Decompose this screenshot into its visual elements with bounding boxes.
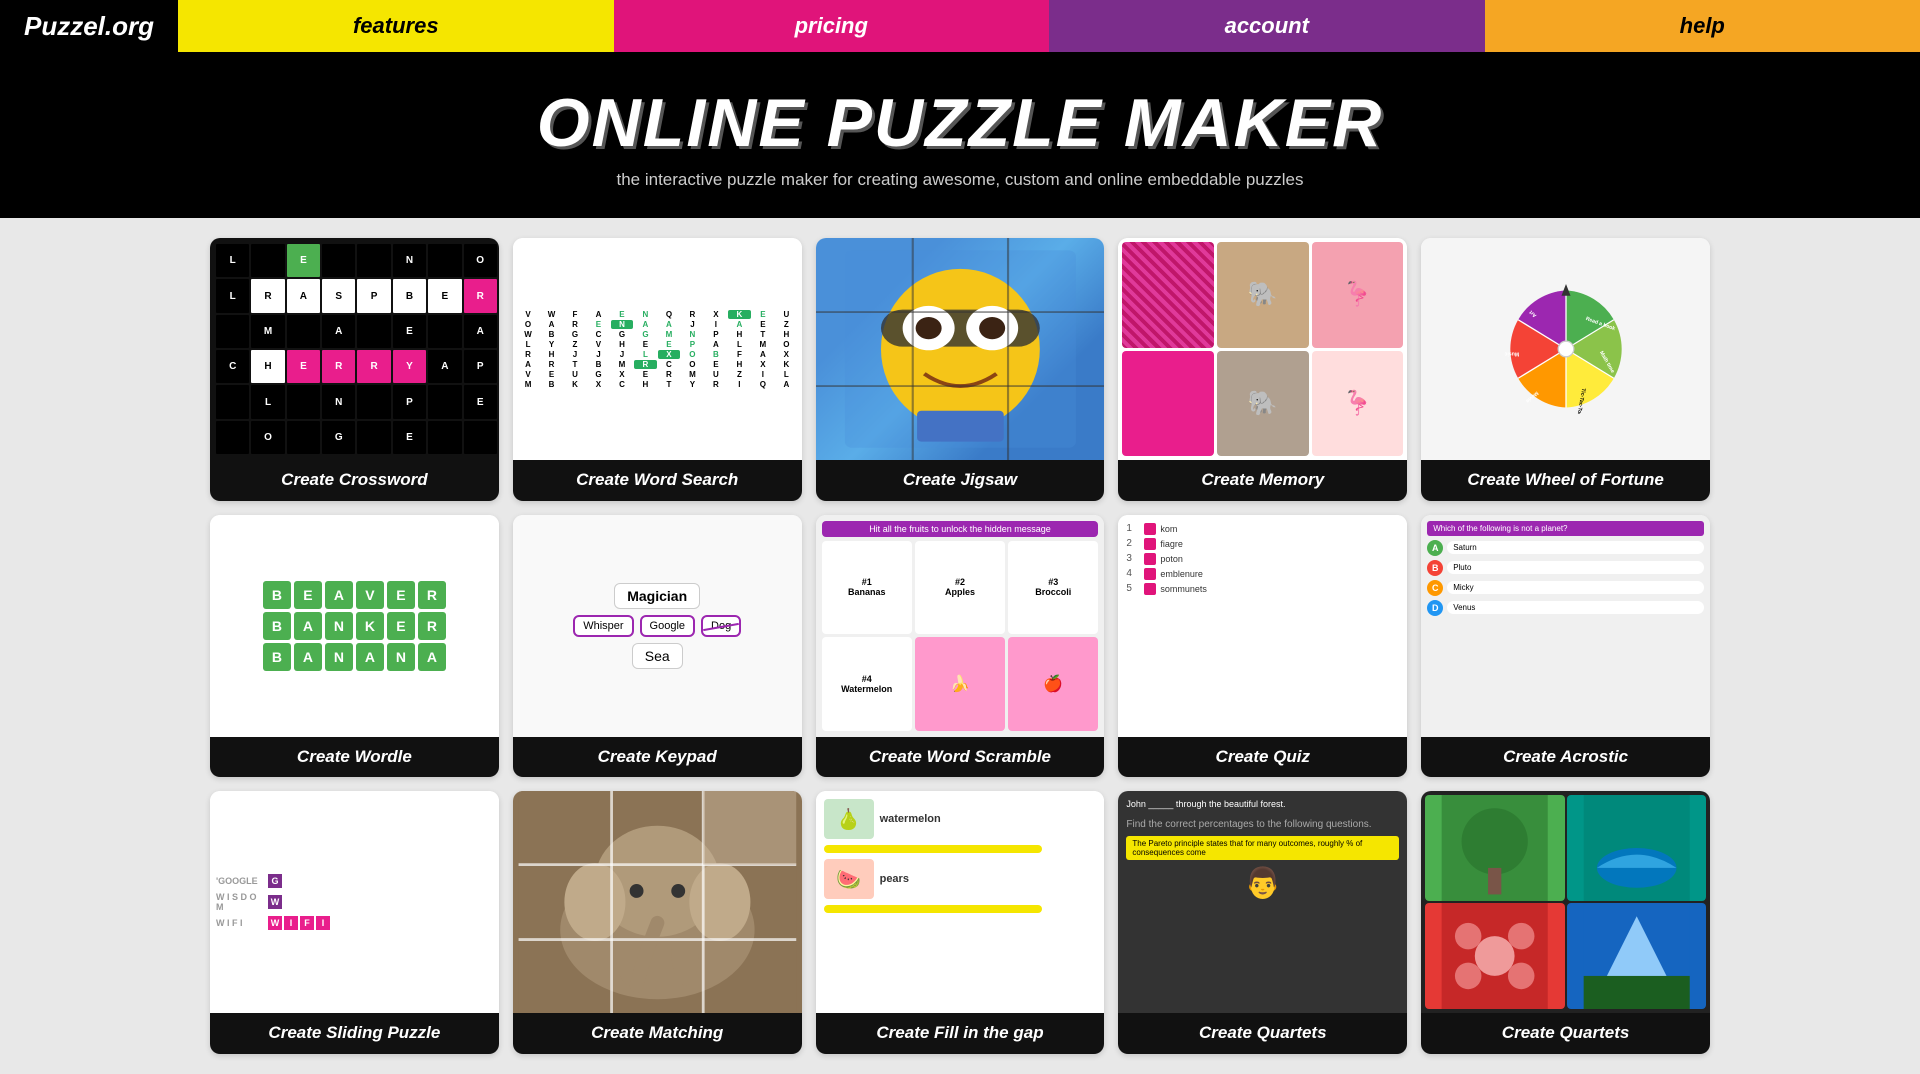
card-memory[interactable]: 🐘 🦩 🐘 🦩 Create Memory <box>1118 238 1407 501</box>
jigsaw-label: Create Jigsaw <box>816 460 1105 500</box>
quiz-header: Which of the following is not a planet? <box>1427 521 1704 536</box>
nav-features[interactable]: features <box>178 0 614 52</box>
qt-flowers-svg <box>1425 903 1564 1009</box>
acrostic-label: Create Sliding Puzzle <box>210 1013 499 1053</box>
wheel-preview: Read a book Math time Tic-Tac-Toe Movie … <box>1421 238 1710 460</box>
word-search-grid: VWFAENQRXKEU OARENAAJIAEZ WBGCGGMNPHTH L… <box>517 310 798 389</box>
hero-section: ONLINE PUZZLE MAKER the interactive puzz… <box>0 52 1920 218</box>
card-jigsaw[interactable]: Create Jigsaw <box>816 238 1105 501</box>
sliding-preview <box>513 791 802 1013</box>
qt-water-svg <box>1567 795 1706 901</box>
puzzle-grid-container: L E N O L R A S P B E R <box>0 218 1920 777</box>
nav-items: features pricing account help <box>178 0 1920 52</box>
crossword-preview: L E N O L R A S P B E R <box>210 238 499 460</box>
nav-help[interactable]: help <box>1485 0 1920 52</box>
matching-preview: 🍐 watermelon 🍉 pears <box>816 791 1105 1013</box>
bingo-chip3: Dog <box>701 615 741 637</box>
quartets-preview <box>1421 791 1710 1013</box>
puzzle-grid: L E N O L R A S P B E R <box>210 238 1710 777</box>
bingo-preview: Magician Whisper Google Dog Sea <box>513 515 802 737</box>
bingo-chips-row: Whisper Google Dog <box>573 615 741 637</box>
nav-account[interactable]: account <box>1049 0 1485 52</box>
card-word-search[interactable]: VWFAENQRXKEU OARENAAJIAEZ WBGCGGMNPHTH L… <box>513 238 802 501</box>
scramble-label: Create Quiz <box>1118 737 1407 777</box>
memory-cell-5: 🐘 <box>1217 351 1309 457</box>
crossword-grid: L E N O L R A S P B E R <box>216 244 493 454</box>
memory-cell-2: 🐘 <box>1217 242 1309 348</box>
keypad-header: Hit all the fruits to unlock the hidden … <box>822 521 1099 537</box>
memory-label: Create Memory <box>1118 460 1407 500</box>
card-quiz[interactable]: Which of the following is not a planet? … <box>1421 515 1710 778</box>
qt-nature-svg <box>1425 795 1564 901</box>
jigsaw-svg <box>816 238 1105 460</box>
wordle-preview: B E A V E R B A N K E R B A <box>210 515 499 737</box>
fill-gap-preview: John _____ through the beautiful forest.… <box>1118 791 1407 1013</box>
puzzle-grid-2: 'GOOGLE G W I S D O M W W I F I W I F I … <box>210 791 1710 1054</box>
site-logo[interactable]: Puzzel.org <box>0 0 178 52</box>
qt-landscape-svg <box>1567 903 1706 1009</box>
card-keypad[interactable]: Hit all the fruits to unlock the hidden … <box>816 515 1105 778</box>
card-wordle[interactable]: B E A V E R B A N K E R B A <box>210 515 499 778</box>
card-fill-gap[interactable]: John _____ through the beautiful forest.… <box>1118 791 1407 1054</box>
sliding-svg <box>513 791 802 1013</box>
wordle-label: Create Wordle <box>210 737 499 777</box>
hero-title: ONLINE PUZZLE MAKER <box>20 84 1900 162</box>
matching-label: Create Fill in the gap <box>816 1013 1105 1053</box>
keypad-label: Create Word Scramble <box>816 737 1105 777</box>
word-search-label: Create Word Search <box>513 460 802 500</box>
bingo-tag2: Sea <box>632 643 683 669</box>
wordle-row-3: B A N A N A <box>263 643 446 671</box>
bingo-tag1: Magician <box>614 583 700 609</box>
keypad-preview: Hit all the fruits to unlock the hidden … <box>816 515 1105 737</box>
card-quartets[interactable]: Create Quartets Create Quartets <box>1421 791 1710 1054</box>
memory-cell-3: 🦩 <box>1312 242 1404 348</box>
scramble-preview: 1 kom 2 fiagre 3 poton 4 emblenu <box>1118 515 1407 737</box>
quartets-label-visible: Create Quartets <box>1421 1013 1710 1053</box>
nav-pricing[interactable]: pricing <box>614 0 1050 52</box>
card-sliding-puzzle[interactable]: Create Matching <box>513 791 802 1054</box>
bingo-label: Create Keypad <box>513 737 802 777</box>
wordle-row-1: B E A V E R <box>263 581 446 609</box>
memory-cell-4 <box>1122 351 1214 457</box>
wordle-row-2: B A N K E R <box>263 612 446 640</box>
word-search-preview: VWFAENQRXKEU OARENAAJIAEZ WBGCGGMNPHTH L… <box>513 238 802 460</box>
card-acrostic[interactable]: 'GOOGLE G W I S D O M W W I F I W I F I … <box>210 791 499 1054</box>
jigsaw-preview <box>816 238 1105 460</box>
quiz-label: Create Acrostic <box>1421 737 1710 777</box>
quiz-preview: Which of the following is not a planet? … <box>1421 515 1710 737</box>
crossword-label: Create Crossword <box>210 460 499 500</box>
bingo-chip1: Whisper <box>573 615 633 637</box>
keypad-grid: #1Bananas #2Apples #3Broccoli #4Watermel… <box>822 541 1099 731</box>
wheel-svg: Read a book Math time Tic-Tac-Toe Movie … <box>1501 284 1631 414</box>
hero-subtitle: the interactive puzzle maker for creatin… <box>20 170 1900 190</box>
svg-text:Music: Music <box>1504 350 1519 356</box>
memory-cell-6: 🦩 <box>1312 351 1404 457</box>
puzzle-grid-bottom: 'GOOGLE G W I S D O M W W I F I W I F I … <box>0 777 1920 1074</box>
memory-preview: 🐘 🦩 🐘 🦩 <box>1118 238 1407 460</box>
card-wheel-of-fortune[interactable]: Read a book Math time Tic-Tac-Toe Movie … <box>1421 238 1710 501</box>
fill-gap-label: Create Quartets <box>1118 1013 1407 1053</box>
sliding-label: Create Matching <box>513 1013 802 1053</box>
card-matching[interactable]: 🍐 watermelon 🍉 pears Create Fill in the … <box>816 791 1105 1054</box>
memory-cell-1 <box>1122 242 1214 348</box>
acrostic-preview: 'GOOGLE G W I S D O M W W I F I W I F I <box>210 791 499 1013</box>
navigation: Puzzel.org features pricing account help <box>0 0 1920 52</box>
card-bingo[interactable]: Magician Whisper Google Dog Sea Create K… <box>513 515 802 778</box>
card-word-scramble[interactable]: 1 kom 2 fiagre 3 poton 4 emblenu <box>1118 515 1407 778</box>
bingo-chip2: Google <box>640 615 695 637</box>
card-crossword[interactable]: L E N O L R A S P B E R <box>210 238 499 501</box>
wheel-label: Create Wheel of Fortune <box>1421 460 1710 500</box>
